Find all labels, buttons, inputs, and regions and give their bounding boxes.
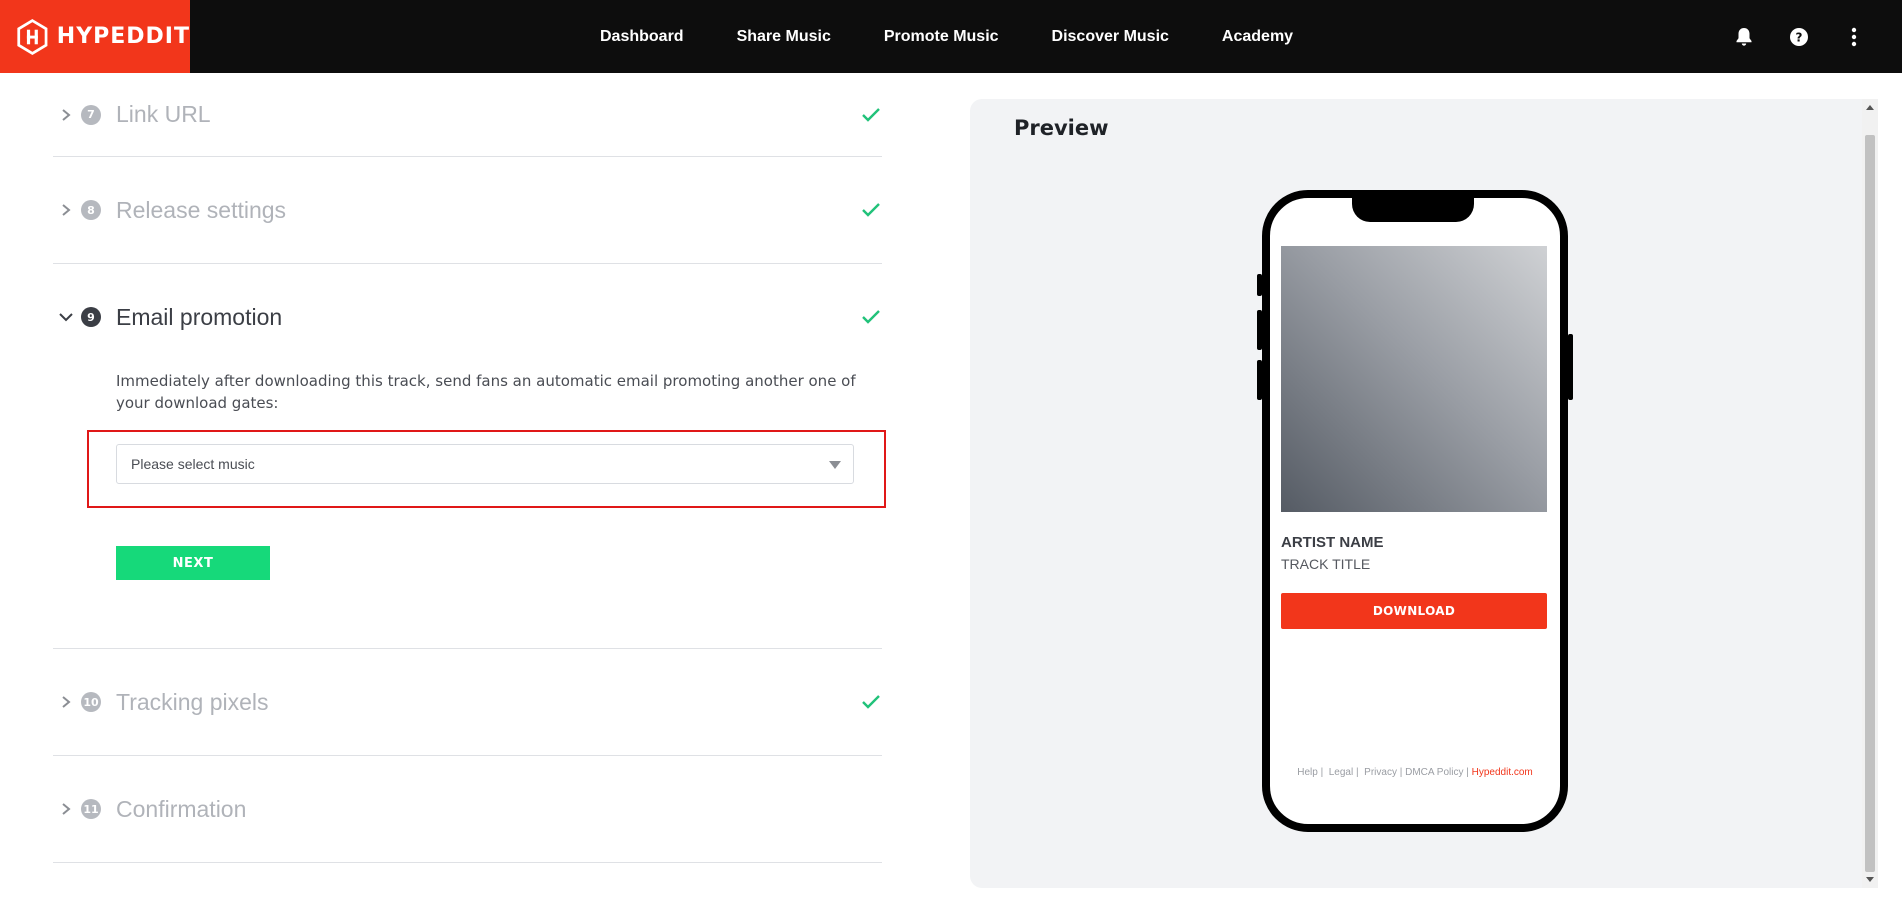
scroll-thumb[interactable] — [1865, 135, 1875, 872]
footer-site-link[interactable]: Hypeddit.com — [1472, 767, 1533, 778]
main-nav: Dashboard Share Music Promote Music Disc… — [600, 0, 1346, 73]
nav-academy[interactable]: Academy — [1222, 28, 1293, 46]
logo-text: HYPEDDIT — [56, 24, 190, 49]
step-number: 7 — [81, 104, 101, 125]
email-promotion-description: Immediately after downloading this track… — [116, 372, 856, 412]
top-icons: ? — [1732, 0, 1902, 73]
next-button[interactable]: NEXT — [116, 546, 270, 580]
more-vertical-icon[interactable] — [1842, 25, 1866, 49]
chevron-down-icon — [59, 313, 73, 322]
preview-scrollbar[interactable] — [1862, 99, 1878, 888]
step-link-url: 7 Link URL — [53, 73, 882, 157]
step-number: 10 — [81, 692, 101, 712]
download-button[interactable]: DOWNLOAD — [1281, 593, 1547, 629]
chevron-right-icon — [62, 803, 71, 815]
step-title: Confirmation — [116, 795, 247, 822]
step-header[interactable]: 11 Confirmation — [53, 756, 882, 862]
footer-privacy-link[interactable]: Privacy — [1364, 767, 1397, 778]
step-title: Link URL — [116, 101, 211, 127]
chevron-right-icon — [62, 204, 71, 216]
step-title: Tracking pixels — [116, 688, 269, 715]
hypeddit-logo-icon — [17, 18, 48, 55]
chevron-right-icon — [62, 108, 71, 121]
step-body: Immediately after downloading this track… — [53, 370, 886, 648]
step-number: 11 — [81, 799, 101, 819]
preview-title: Preview — [1014, 116, 1109, 140]
step-release-settings: 8 Release settings — [53, 157, 882, 264]
phone-mockup: ARTIST NAME TRACK TITLE DOWNLOAD Help | … — [1257, 190, 1573, 832]
nav-discover-music[interactable]: Discover Music — [1052, 28, 1169, 46]
phone-side-button — [1257, 360, 1262, 400]
artwork-placeholder — [1281, 246, 1547, 512]
step-title: Release settings — [116, 196, 287, 223]
step-number: 8 — [81, 200, 101, 220]
scroll-up-arrow-icon[interactable] — [1866, 105, 1874, 110]
step-header[interactable]: 7 Link URL — [53, 73, 882, 156]
logo[interactable]: HYPEDDIT — [0, 0, 190, 73]
bell-icon[interactable] — [1732, 25, 1756, 49]
phone-side-button — [1257, 274, 1262, 296]
check-icon — [862, 203, 880, 217]
step-tracking-pixels: 10 Tracking pixels — [53, 649, 882, 756]
footer-legal-link[interactable]: Legal — [1329, 767, 1353, 778]
nav-dashboard[interactable]: Dashboard — [600, 28, 684, 46]
step-header[interactable]: 9 Email promotion — [53, 264, 882, 370]
artist-name: ARTIST NAME — [1281, 534, 1384, 551]
step-title: Email promotion — [116, 303, 283, 330]
nav-promote-music[interactable]: Promote Music — [884, 28, 999, 46]
step-confirmation: 11 Confirmation — [53, 756, 882, 863]
help-icon[interactable]: ? — [1787, 25, 1811, 49]
check-icon — [862, 310, 880, 324]
nav-share-music[interactable]: Share Music — [737, 28, 831, 46]
phone-notch — [1352, 196, 1474, 222]
dropdown-arrow-icon — [829, 461, 841, 469]
footer-help-link[interactable]: Help — [1297, 767, 1318, 778]
phone-footer-links: Help | Legal | Privacy | DMCA Policy | H… — [1297, 767, 1533, 778]
scroll-down-arrow-icon[interactable] — [1866, 877, 1874, 882]
check-icon — [862, 695, 880, 709]
footer-dmca-link[interactable]: DMCA Policy — [1405, 767, 1463, 778]
track-title: TRACK TITLE — [1281, 556, 1371, 572]
svg-text:?: ? — [1796, 30, 1803, 44]
step-header[interactable]: 10 Tracking pixels — [53, 649, 882, 755]
chevron-right-icon — [62, 696, 71, 708]
phone-side-button — [1257, 310, 1262, 350]
music-select-value: Please select music — [131, 456, 255, 472]
top-navbar: HYPEDDIT Dashboard Share Music Promote M… — [0, 0, 1902, 73]
steps-accordion: 7 Link URL 8 Release settings 9 Email pr… — [53, 73, 886, 863]
step-email-promotion: 9 Email promotion Immediately after down… — [53, 264, 886, 649]
step-header[interactable]: 8 Release settings — [53, 157, 882, 263]
check-icon — [862, 107, 880, 122]
step-number: 9 — [81, 307, 101, 327]
phone-side-button — [1568, 334, 1573, 400]
music-select[interactable]: Please select music — [116, 444, 854, 484]
